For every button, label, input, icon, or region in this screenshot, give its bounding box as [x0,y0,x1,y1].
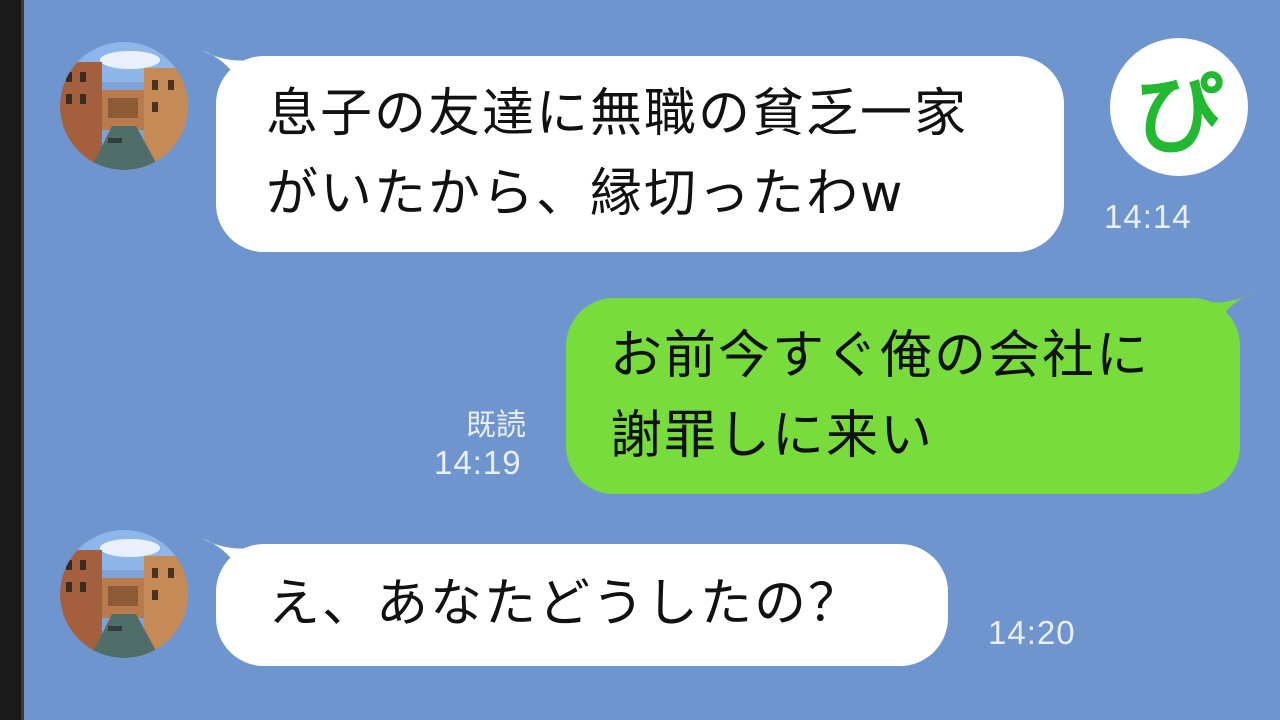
message-timestamp: 14:19 [434,444,522,481]
app-badge: ぴ [1110,38,1248,176]
device-frame-edge [0,0,24,720]
message-bubble-incoming[interactable]: 息子の友達に無職の貧乏一家 がいたから、縁切ったわw [202,50,1064,252]
message-text-line: 息子の友達に無職の貧乏一家 [266,84,969,144]
bubble-tail [1206,292,1254,326]
message-text-line: 謝罪しに来い [610,406,935,466]
avatar-image [60,42,188,170]
contact-avatar[interactable] [60,42,188,170]
message-text-line: がいたから、縁切ったわw [266,164,905,224]
message-text-line: え、あなたどうしたの？ [268,574,863,634]
bubble-tail [202,538,250,572]
read-receipt: 既読 [466,408,526,443]
message-timestamp: 14:14 [1104,198,1192,235]
message-bubble-incoming[interactable]: え、あなたどうしたの？ [202,538,948,666]
message-bubble-outgoing[interactable]: お前今すぐ俺の会社に 謝罪しに来い [566,292,1254,494]
avatar-image [60,530,188,658]
pi-logo-icon: ぴ [1134,62,1223,166]
message-text-line: お前今すぐ俺の会社に [610,326,1151,386]
contact-avatar[interactable] [60,530,188,658]
bubble-tail [202,50,250,84]
message-timestamp: 14:20 [988,614,1076,651]
